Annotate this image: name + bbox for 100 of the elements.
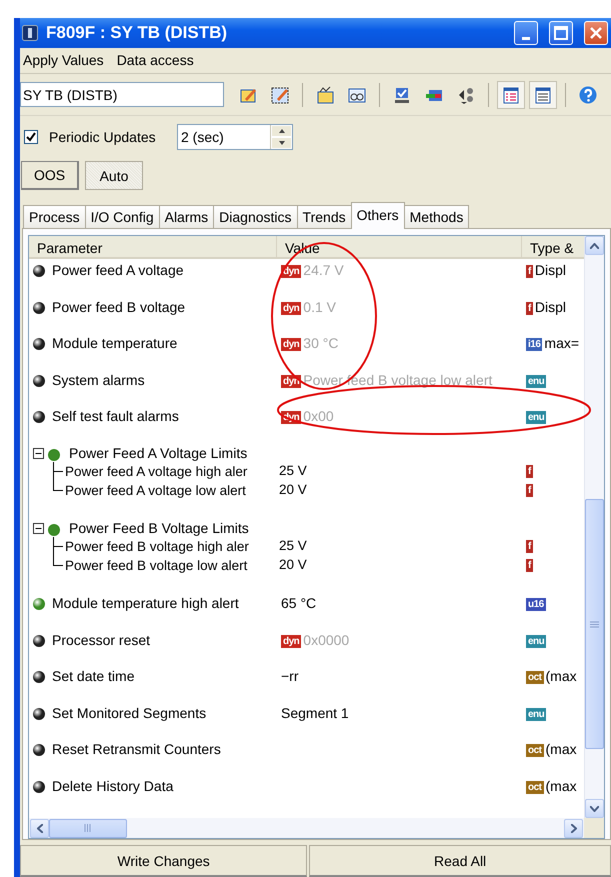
toolbar-button[interactable] — [529, 80, 557, 109]
dynamic-badge: dyn — [281, 634, 302, 648]
chevron-right-icon — [570, 824, 576, 832]
parameter-value[interactable]: 20 V — [279, 480, 307, 498]
table-cell: max= — [544, 335, 580, 352]
monitor-check-icon — [393, 86, 411, 104]
scroll-thumb[interactable] — [585, 499, 604, 749]
tab[interactable]: Alarms — [158, 205, 214, 229]
parameter-value[interactable]: 20 V — [279, 556, 307, 573]
type-badge: f — [526, 558, 533, 572]
chevron-up-icon — [590, 242, 599, 248]
swap-arrows-icon — [457, 86, 475, 104]
type-badge: i16 — [526, 338, 542, 352]
up-arrow-icon — [278, 129, 284, 134]
minimize-icon — [522, 37, 530, 40]
parameter-name: Self test fault alarms — [52, 408, 179, 426]
tab[interactable]: Others — [350, 202, 405, 229]
parameter-value[interactable]: Segment 1 — [281, 704, 349, 722]
type-badge: f — [526, 540, 533, 554]
type-badge: enu — [526, 634, 546, 648]
mode-button[interactable]: OOS — [21, 161, 79, 190]
parameter-name: Set date time — [52, 668, 134, 686]
help-icon — [579, 86, 597, 104]
parameter-name: Power feed A voltage high aler — [65, 463, 248, 480]
parameter-name: System alarms — [52, 372, 145, 389]
parameter-name: Power feed B voltage high aler — [65, 538, 249, 556]
scroll-left-button[interactable] — [30, 818, 49, 838]
parameter-value[interactable]: −rr — [281, 668, 298, 686]
scroll-up-button[interactable] — [585, 236, 604, 255]
parameter-name: Set Monitored Segments — [52, 704, 206, 722]
tab[interactable]: Diagnostics — [213, 205, 298, 229]
type-badge: oct — [526, 780, 544, 794]
mode-button[interactable]: Auto — [85, 161, 143, 190]
parameter-value[interactable]: 65 °C — [281, 594, 316, 612]
tab[interactable]: I/O Config — [84, 205, 160, 229]
maximize-icon — [554, 26, 568, 40]
dynamic-badge: dyn — [281, 265, 302, 278]
glasses-icon — [348, 86, 366, 104]
close-button[interactable] — [584, 20, 608, 45]
interval-spinner[interactable]: 2 (sec) — [177, 124, 293, 150]
toolbar-button[interactable] — [497, 80, 525, 109]
type-badge: f — [526, 265, 533, 278]
parameter-name: Module temperature — [52, 335, 178, 352]
scroll-right-button[interactable] — [564, 818, 583, 838]
table-cell: (max — [546, 668, 577, 686]
dynamic-badge: dyn — [281, 374, 302, 388]
chevron-left-icon — [36, 824, 42, 832]
group-name: Power Feed B Voltage Limits — [69, 520, 249, 537]
table-cell: Displ — [534, 298, 566, 316]
scroll-down-button[interactable] — [585, 799, 604, 818]
parameter-name: Power feed B voltage low alert — [65, 556, 248, 574]
parameter-value[interactable]: 25 V — [279, 537, 307, 554]
type-badge: f — [526, 484, 533, 497]
table-cell: (max — [546, 741, 577, 758]
list-view-icon — [502, 86, 520, 104]
type-badge: enu — [526, 411, 546, 424]
read-all-button[interactable]: Read All — [309, 845, 611, 877]
column-header[interactable]: Parameter — [29, 236, 277, 257]
type-badge: enu — [526, 708, 546, 721]
type-badge: f — [526, 302, 533, 315]
tab[interactable]: Process — [23, 205, 86, 229]
close-icon — [589, 26, 603, 40]
vertical-scrollbar[interactable] — [584, 236, 604, 818]
table-cell: Displ — [534, 262, 566, 279]
edit-selection-icon — [271, 86, 289, 104]
parameter-name: Processor reset — [52, 632, 150, 649]
parameter-name: Power feed A voltage low alert — [65, 482, 246, 499]
parameter-value[interactable]: 25 V — [279, 462, 307, 480]
menu-item[interactable]: Apply Values — [23, 52, 104, 68]
parameter-name: Reset Retransmit Counters — [52, 741, 221, 758]
minimize-button[interactable] — [514, 20, 538, 45]
table-view-icon — [534, 86, 552, 104]
scrollbar-corner — [584, 818, 604, 838]
parameter-name: Module temperature high alert — [52, 594, 239, 612]
checkbox-label: Periodic Updates — [49, 129, 157, 146]
chart-folder-icon — [316, 86, 334, 104]
write-changes-button[interactable]: Write Changes — [20, 845, 308, 877]
scroll-thumb[interactable] — [49, 818, 127, 838]
checkbox[interactable] — [24, 130, 38, 144]
menu-item[interactable]: Data access — [116, 52, 194, 68]
collapse-toggle[interactable] — [33, 522, 44, 534]
down-arrow-icon — [278, 141, 284, 146]
parameter-name: Delete History Data — [52, 778, 174, 795]
group-name: Power Feed A Voltage Limits — [69, 444, 248, 462]
type-badge: enu — [526, 374, 546, 388]
type-badge: oct — [526, 671, 544, 684]
type-badge: u16 — [526, 598, 546, 611]
window-title: F809F : SY TB (DISTB) — [46, 22, 228, 43]
dynamic-badge: dyn — [281, 302, 302, 315]
app-icon — [22, 24, 38, 41]
maximize-button[interactable] — [549, 20, 573, 45]
block-name-field[interactable]: SY TB (DISTB) — [20, 82, 224, 108]
tab[interactable]: Trends — [296, 205, 352, 229]
dynamic-badge: dyn — [281, 338, 302, 352]
tab[interactable]: Methods — [404, 205, 470, 229]
chevron-down-icon — [590, 806, 599, 812]
collapse-toggle[interactable] — [33, 448, 44, 459]
type-badge: oct — [526, 744, 544, 758]
parameter-name: Power feed B voltage — [52, 298, 186, 316]
horizontal-scrollbar[interactable] — [29, 818, 584, 838]
